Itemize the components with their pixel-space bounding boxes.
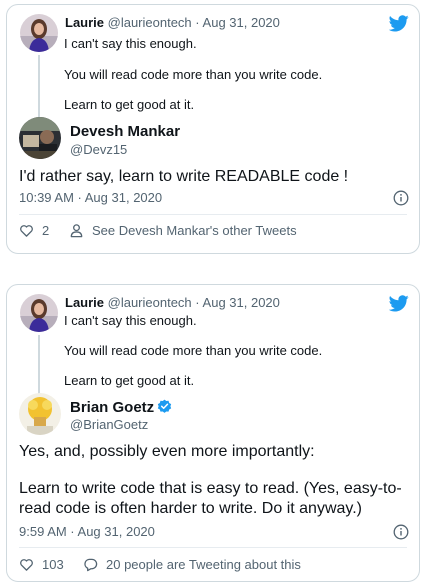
parent-author-handle[interactable]: @laurieontech [108,295,192,310]
parent-text-line: I can't say this enough. [64,36,197,51]
reply-author-name[interactable]: Brian Goetz [70,399,154,416]
avatar-devesh-mankar[interactable] [19,117,61,159]
verified-badge-icon [158,399,172,413]
avatar-brian-goetz[interactable] [19,393,61,435]
separator-dot: · [195,295,200,310]
twitter-bird-icon[interactable] [389,15,409,32]
divider [19,214,407,215]
avatar-laurie[interactable] [20,14,58,52]
reply-timestamp[interactable]: 10:39 AM · Aug 31, 2020 [19,190,162,205]
see-other-tweets-link[interactable]: See Devesh Mankar's other Tweets [69,223,297,238]
parent-date[interactable]: Aug 31, 2020 [203,295,280,310]
embedded-tweet-card: Laurie @laurieontech · Aug 31, 2020 I ca… [6,4,420,254]
parent-author-handle[interactable]: @laurieontech [108,15,192,30]
tweeting-about-this-label: 20 people are Tweeting about this [106,557,301,572]
reply-author-name-row: Brian Goetz [70,399,172,416]
heart-icon [20,225,33,237]
reply-tweet-text: I'd rather say, learn to write READABLE … [19,168,349,185]
heart-icon [20,559,33,571]
twitter-bird-icon[interactable] [389,295,409,312]
parent-text-line: You will read code more than you write c… [64,343,323,358]
parent-date[interactable]: Aug 31, 2020 [203,15,280,30]
thread-connector [38,55,40,118]
info-icon[interactable] [393,524,409,540]
parent-text-line: Learn to get good at it. [64,97,195,112]
reply-timestamp[interactable]: 9:59 AM · Aug 31, 2020 [19,524,155,539]
parent-author-name[interactable]: Laurie [65,295,104,310]
tweeting-about-this-link[interactable]: 20 people are Tweeting about this [83,557,301,572]
like-action[interactable]: 103 [19,557,64,572]
person-icon [70,224,83,238]
thread-connector [38,335,40,395]
like-action[interactable]: 2 [19,223,49,238]
like-count: 2 [42,223,50,238]
reply-author-handle[interactable]: @Devz15 [70,142,127,157]
like-count: 103 [42,557,64,572]
info-icon[interactable] [393,190,409,206]
separator-dot: · [195,15,200,30]
reply-author-name[interactable]: Devesh Mankar [70,123,180,140]
parent-tweet-header: Laurie @laurieontech · Aug 31, 2020 [65,295,280,310]
parent-text-line: I can't say this enough. [64,313,197,328]
parent-text-line: You will read code more than you write c… [64,67,323,82]
parent-author-name[interactable]: Laurie [65,15,104,30]
parent-text-line: Learn to get good at it. [64,373,195,388]
embedded-tweet-card: Laurie @laurieontech · Aug 31, 2020 I ca… [6,284,420,582]
avatar-laurie[interactable] [20,294,58,332]
see-other-tweets-label: See Devesh Mankar's other Tweets [92,223,297,238]
reply-tweet-text-line: Yes, and, possibly even more importantly… [19,443,315,460]
reply-tweet-text-line: Learn to write code that is easy to read… [19,480,402,497]
parent-tweet-header: Laurie @laurieontech · Aug 31, 2020 [65,15,280,30]
reply-bubble-icon [84,558,98,572]
divider [19,547,407,548]
reply-author-handle[interactable]: @BrianGoetz [70,417,148,432]
reply-tweet-text-line: read code is often harder to write. Do i… [19,500,362,517]
